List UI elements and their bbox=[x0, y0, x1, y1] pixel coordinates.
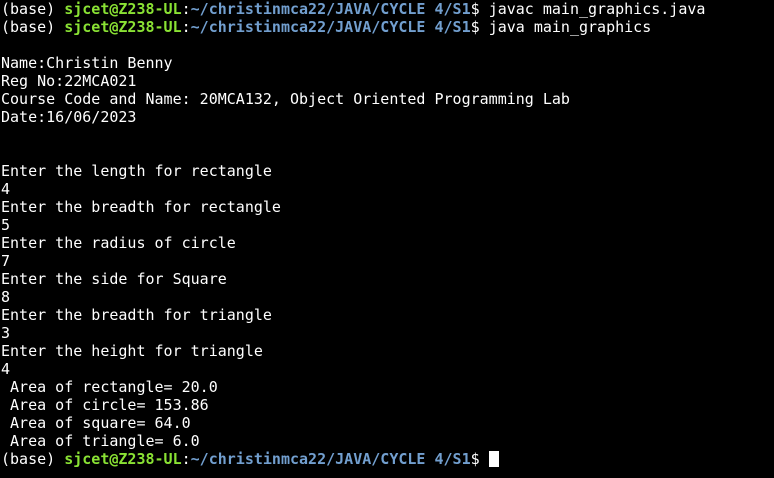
command-text: java main_graphics bbox=[488, 18, 652, 36]
output-result-triangle: Area of triangle= 6.0 bbox=[1, 432, 200, 450]
prompt-env: (base) bbox=[1, 450, 65, 468]
output-input-square-side: 8 bbox=[1, 288, 11, 306]
output-input-triangle-height: 4 bbox=[1, 360, 11, 378]
prompt-path: ~/christinmca22/JAVA/CYCLE 4/S1 bbox=[190, 0, 471, 18]
prompt-symbol: $ bbox=[470, 450, 489, 468]
output-result-square: Area of square= 64.0 bbox=[1, 414, 191, 432]
output-prompt-triangle-height: Enter the height for triangle bbox=[1, 342, 263, 360]
terminal-window[interactable]: (base) sjcet@Z238-UL:~/christinmca22/JAV… bbox=[0, 0, 774, 478]
prompt-colon: : bbox=[181, 450, 191, 468]
output-input-circle-radius: 7 bbox=[1, 252, 11, 270]
output-header-course: Course Code and Name: 20MCA132, Object O… bbox=[1, 90, 570, 108]
prompt-user-host: sjcet@Z238-UL bbox=[64, 18, 182, 36]
prompt-line: (base) sjcet@Z238-UL:~/christinmca22/JAV… bbox=[1, 18, 774, 36]
text-cursor[interactable] bbox=[488, 451, 499, 467]
prompt-env: (base) bbox=[1, 0, 65, 18]
output-input-rect-length: 4 bbox=[1, 180, 11, 198]
prompt-user-host: sjcet@Z238-UL bbox=[64, 450, 182, 468]
output-header-name: Name:Christin Benny bbox=[1, 54, 173, 72]
prompt-symbol: $ bbox=[470, 0, 489, 18]
prompt-colon: : bbox=[181, 0, 191, 18]
prompt-env: (base) bbox=[1, 18, 65, 36]
output-prompt-circle-radius: Enter the radius of circle bbox=[1, 234, 236, 252]
prompt-line: (base) sjcet@Z238-UL:~/christinmca22/JAV… bbox=[1, 0, 774, 18]
output-result-rectangle: Area of rectangle= 20.0 bbox=[1, 378, 218, 396]
output-prompt-rect-length: Enter the length for rectangle bbox=[1, 162, 272, 180]
output-result-circle: Area of circle= 153.86 bbox=[1, 396, 209, 414]
prompt-colon: : bbox=[181, 18, 191, 36]
prompt-symbol: $ bbox=[470, 18, 489, 36]
prompt-path: ~/christinmca22/JAVA/CYCLE 4/S1 bbox=[190, 18, 471, 36]
command-text: javac main_graphics.java bbox=[488, 0, 706, 18]
prompt-path: ~/christinmca22/JAVA/CYCLE 4/S1 bbox=[190, 450, 471, 468]
output-header-date: Date:16/06/2023 bbox=[1, 108, 137, 126]
output-input-rect-breadth: 5 bbox=[1, 216, 11, 234]
output-header-regno: Reg No:22MCA021 bbox=[1, 72, 137, 90]
output-input-triangle-breadth: 3 bbox=[1, 324, 11, 342]
output-prompt-rect-breadth: Enter the breadth for rectangle bbox=[1, 198, 281, 216]
output-prompt-triangle-breadth: Enter the breadth for triangle bbox=[1, 306, 272, 324]
output-prompt-square-side: Enter the side for Square bbox=[1, 270, 227, 288]
prompt-user-host: sjcet@Z238-UL bbox=[64, 0, 182, 18]
prompt-line-active[interactable]: (base) sjcet@Z238-UL:~/christinmca22/JAV… bbox=[1, 450, 774, 468]
